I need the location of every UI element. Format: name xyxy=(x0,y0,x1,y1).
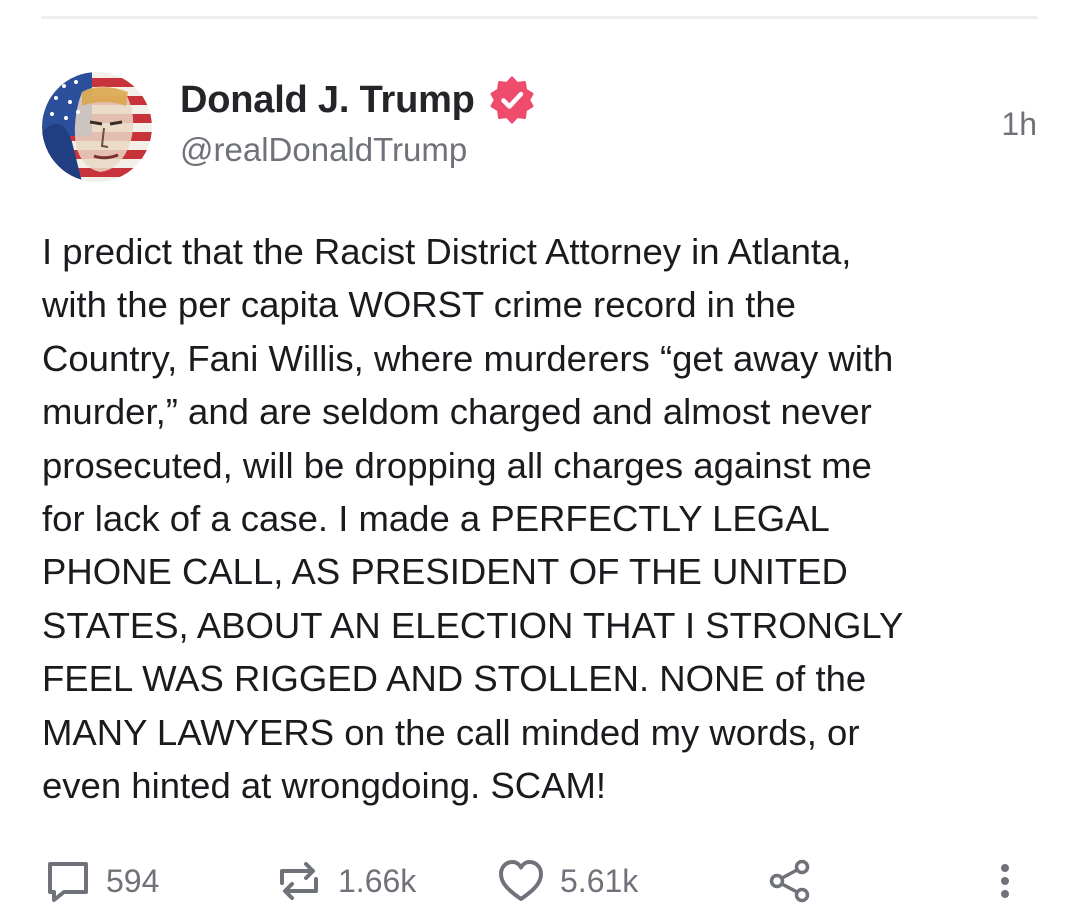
author-name-row[interactable]: Donald J. Trump xyxy=(180,76,537,124)
heart-icon xyxy=(496,857,546,905)
post-timestamp[interactable]: 1h xyxy=(1001,106,1037,143)
author-avatar[interactable] xyxy=(42,72,152,182)
reply-icon xyxy=(44,857,92,905)
top-divider xyxy=(41,16,1038,19)
author-handle[interactable]: @realDonaldTrump xyxy=(180,131,467,169)
verified-badge-icon xyxy=(490,76,534,124)
reply-button[interactable]: 594 xyxy=(44,851,159,911)
post-actions-bar: 594 1.66k 5.61k xyxy=(0,851,1079,911)
more-options-button[interactable] xyxy=(990,851,1020,911)
more-vertical-icon xyxy=(990,857,1020,905)
like-button[interactable]: 5.61k xyxy=(496,851,638,911)
repost-button[interactable]: 1.66k xyxy=(274,851,416,911)
author-display-name: Donald J. Trump xyxy=(180,78,475,121)
share-icon xyxy=(766,857,814,905)
share-button[interactable] xyxy=(766,851,814,911)
like-count: 5.61k xyxy=(560,862,639,899)
avatar-image xyxy=(42,72,152,182)
reply-count: 594 xyxy=(106,862,160,899)
repost-icon xyxy=(274,857,324,905)
repost-count: 1.66k xyxy=(338,862,417,899)
post-body-text: I predict that the Racist District Attor… xyxy=(42,231,904,807)
